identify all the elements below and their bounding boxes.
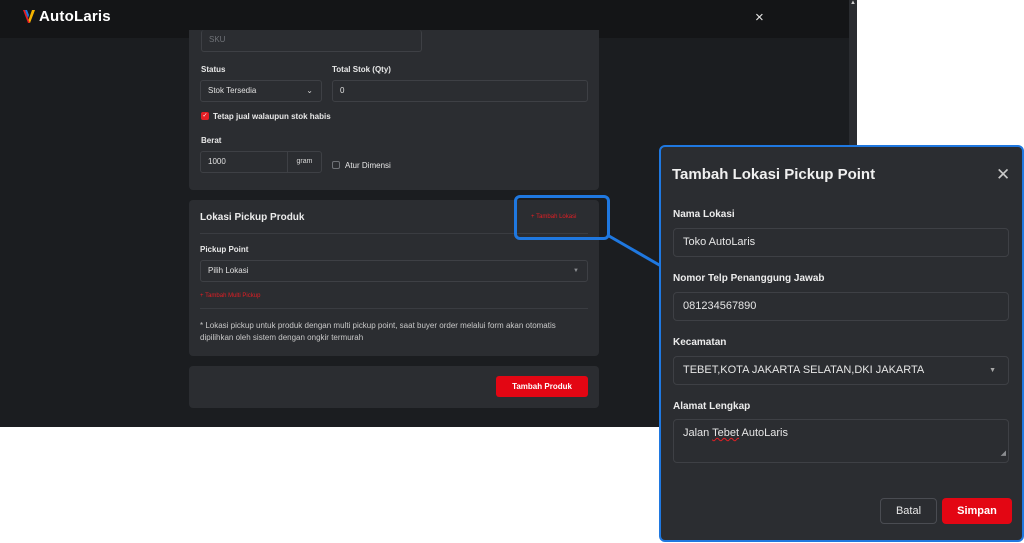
- phone-input[interactable]: 081234567890: [673, 292, 1009, 321]
- divider: [200, 308, 588, 309]
- save-button[interactable]: Simpan: [942, 498, 1012, 524]
- pickup-point-select[interactable]: Pilih Lokasi ▼: [200, 260, 588, 282]
- pickup-point-label: Pickup Point: [200, 245, 249, 254]
- address-text-misspelled: Tebet: [712, 427, 740, 439]
- status-select[interactable]: Stok Tersedia ⌄: [200, 80, 322, 102]
- add-product-button[interactable]: Tambah Produk: [496, 376, 588, 397]
- pickup-section-title: Lokasi Pickup Produk: [200, 212, 305, 223]
- stock-label: Total Stok (Qty): [332, 65, 391, 74]
- add-multi-pickup-link[interactable]: + Tambah Multi Pickup: [200, 293, 260, 299]
- pickup-point-value: Pilih Lokasi: [208, 266, 249, 275]
- product-details-card: SKU Status Stok Tersedia ⌄ Total Stok (Q…: [189, 30, 599, 190]
- pickup-note: * Lokasi pickup untuk produk dengan mult…: [200, 321, 556, 342]
- cancel-button[interactable]: Batal: [880, 498, 937, 524]
- chevron-down-icon: ▼: [989, 367, 996, 374]
- brand-name: AutoLaris: [39, 8, 111, 25]
- logo-mark-icon: [22, 9, 36, 25]
- phone-label: Nomor Telp Penanggung Jawab: [673, 273, 825, 284]
- scroll-up-icon[interactable]: ▲: [850, 0, 856, 6]
- location-name-input[interactable]: Toko AutoLaris: [673, 228, 1009, 257]
- keep-selling-label: Tetap jual walaupun stok habis: [213, 112, 331, 121]
- stock-input[interactable]: 0: [332, 80, 588, 102]
- dimension-label: Atur Dimensi: [345, 161, 391, 170]
- weight-label: Berat: [201, 136, 222, 145]
- sku-input[interactable]: SKU: [201, 30, 422, 52]
- chevron-down-icon: ⌄: [306, 86, 313, 95]
- status-label: Status: [201, 65, 226, 74]
- submit-card: Tambah Produk: [189, 366, 599, 408]
- status-value: Stok Tersedia: [208, 86, 257, 95]
- close-icon[interactable]: ✕: [996, 166, 1010, 183]
- district-label: Kecamatan: [673, 337, 727, 348]
- check-icon: ✓: [202, 113, 208, 119]
- district-value: TEBET,KOTA JAKARTA SELATAN,DKI JAKARTA: [683, 364, 925, 376]
- resize-handle-icon[interactable]: ◢: [1001, 447, 1006, 461]
- location-name-label: Nama Lokasi: [673, 209, 735, 220]
- dimension-checkbox[interactable]: [332, 161, 340, 169]
- address-text-prefix: Jalan: [683, 427, 713, 439]
- weight-input[interactable]: 1000 gram: [200, 151, 322, 173]
- highlight-box: [514, 195, 610, 240]
- district-select[interactable]: TEBET,KOTA JAKARTA SELATAN,DKI JAKARTA ▼: [673, 356, 1009, 385]
- address-text-suffix: AutoLaris: [739, 427, 788, 439]
- weight-value: 1000: [208, 157, 226, 166]
- address-label: Alamat Lengkap: [673, 401, 751, 412]
- brand-logo[interactable]: AutoLaris: [22, 8, 111, 25]
- close-icon[interactable]: ×: [755, 10, 764, 25]
- modal-title: Tambah Lokasi Pickup Point: [672, 166, 876, 183]
- chevron-down-icon: ▼: [573, 268, 579, 274]
- keep-selling-checkbox[interactable]: ✓: [201, 112, 209, 120]
- add-pickup-point-modal: Tambah Lokasi Pickup Point ✕ Nama Lokasi…: [659, 145, 1024, 542]
- address-textarea[interactable]: Jalan Tebet AutoLaris ◢: [673, 419, 1009, 463]
- screenshot-stage: AutoLaris × ▲ SKU Status Stok Tersedia ⌄…: [0, 0, 1024, 543]
- weight-unit: gram: [287, 152, 321, 172]
